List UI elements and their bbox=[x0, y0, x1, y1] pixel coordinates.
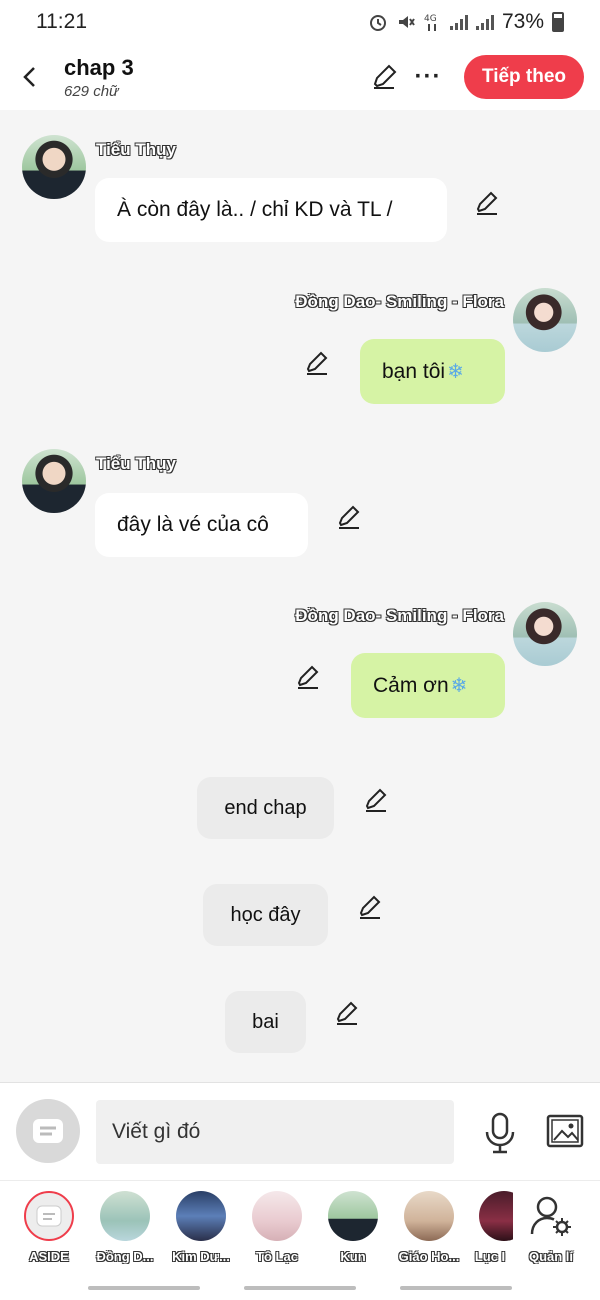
message-input[interactable] bbox=[96, 1100, 454, 1164]
character-item[interactable]: Giáo Ho... bbox=[391, 1191, 467, 1264]
word-count: 629 chữ bbox=[64, 82, 119, 100]
manage-characters-button[interactable]: Quản lí bbox=[513, 1191, 589, 1264]
aside-text: end chap bbox=[224, 796, 307, 819]
message-icon bbox=[36, 1205, 62, 1227]
system-nav-bar bbox=[0, 1276, 600, 1300]
pencil-icon[interactable] bbox=[336, 504, 362, 530]
aside-text: học đây bbox=[230, 903, 301, 926]
avatar bbox=[479, 1191, 513, 1241]
aside-bubble[interactable]: bai bbox=[225, 991, 306, 1053]
chapter-info: chap 3 629 chữ bbox=[60, 55, 362, 100]
message-icon bbox=[33, 1119, 63, 1143]
message-text: đây là vé của cô bbox=[117, 513, 269, 536]
message-bubble[interactable]: bạn tôi ❄ bbox=[360, 339, 505, 404]
status-bar: 11:21 4G 73% bbox=[0, 0, 600, 44]
edit-title-button[interactable] bbox=[362, 55, 406, 99]
svg-text:4G: 4G bbox=[424, 14, 437, 24]
pencil-icon bbox=[373, 64, 397, 89]
signal-icon bbox=[449, 14, 468, 30]
snowflake-icon: ❄ bbox=[447, 361, 464, 383]
back-button[interactable] bbox=[0, 44, 60, 110]
message-bubble[interactable]: Cảm ơn ❄ bbox=[351, 653, 505, 718]
pencil-icon[interactable] bbox=[304, 350, 330, 376]
character-label: Giáo Ho... bbox=[398, 1249, 460, 1264]
battery-icon bbox=[552, 12, 564, 32]
character-item[interactable]: Tô Lạc bbox=[239, 1191, 315, 1264]
message-text: bạn tôi bbox=[382, 359, 446, 383]
chevron-left-icon bbox=[23, 67, 35, 87]
character-item[interactable]: Đồng D... bbox=[87, 1191, 163, 1264]
aside-bubble[interactable]: end chap bbox=[197, 777, 334, 839]
character-bar: ASIDE Đồng D... Kim Dư... Tô Lạc Kun Giá… bbox=[0, 1180, 600, 1276]
sender-name: Tiểu Thụy bbox=[96, 454, 176, 473]
more-options-button[interactable]: ··· bbox=[406, 55, 450, 99]
4g-icon: 4G bbox=[424, 14, 437, 31]
sender-name: Đồng Dao- Smiling - Flora bbox=[295, 606, 504, 625]
battery-percent: 73% bbox=[501, 10, 544, 33]
nav-recent-handle[interactable] bbox=[88, 1286, 200, 1290]
character-item[interactable]: Kun bbox=[315, 1191, 391, 1264]
chapter-title: chap 3 bbox=[64, 54, 134, 80]
editor-header: chap 3 629 chữ ··· Tiếp theo bbox=[0, 44, 600, 110]
microphone-icon bbox=[485, 1112, 515, 1154]
aside-text: bai bbox=[252, 1010, 279, 1033]
image-button[interactable] bbox=[544, 1111, 586, 1151]
sender-name: Đồng Dao- Smiling - Flora bbox=[295, 292, 504, 311]
pencil-icon[interactable] bbox=[295, 664, 321, 690]
message-bubble[interactable]: À còn đây là.. / chỉ KD và TL / bbox=[95, 178, 447, 242]
image-icon bbox=[546, 1114, 584, 1148]
pencil-icon[interactable] bbox=[357, 894, 383, 920]
avatar bbox=[404, 1191, 454, 1241]
avatar[interactable] bbox=[513, 602, 577, 666]
chat-area[interactable]: Tiểu Thụy À còn đây là.. / chỉ KD và TL … bbox=[0, 110, 600, 1082]
avatar[interactable] bbox=[513, 288, 577, 352]
pencil-icon[interactable] bbox=[334, 1000, 360, 1026]
character-label: Tô Lạc bbox=[256, 1249, 298, 1264]
character-aside[interactable]: ASIDE bbox=[11, 1191, 87, 1264]
message-bubble[interactable]: đây là vé của cô bbox=[95, 493, 308, 557]
character-item[interactable]: Lục I bbox=[467, 1191, 513, 1264]
character-item[interactable]: Kim Dư... bbox=[163, 1191, 239, 1264]
more-dots-icon: ··· bbox=[414, 63, 442, 90]
next-button[interactable]: Tiếp theo bbox=[464, 55, 584, 99]
avatar bbox=[176, 1191, 226, 1241]
alarm-icon bbox=[369, 15, 386, 31]
message-text: Cảm ơn bbox=[373, 673, 449, 697]
avatar bbox=[252, 1191, 302, 1241]
signal-icon bbox=[475, 14, 494, 30]
character-label: Quản lí bbox=[528, 1249, 574, 1264]
character-label: Lục I bbox=[474, 1249, 506, 1264]
pencil-icon[interactable] bbox=[363, 787, 389, 813]
nav-back-handle[interactable] bbox=[400, 1286, 512, 1290]
avatar[interactable] bbox=[22, 135, 86, 199]
message-text: À còn đây là.. / chỉ KD và TL / bbox=[117, 198, 393, 221]
nav-home-handle[interactable] bbox=[244, 1286, 356, 1290]
pencil-icon[interactable] bbox=[474, 190, 500, 216]
mute-icon bbox=[398, 16, 415, 28]
character-label: Đồng D... bbox=[96, 1249, 154, 1264]
avatar[interactable] bbox=[22, 449, 86, 513]
aside-avatar bbox=[24, 1191, 74, 1241]
status-time: 11:21 bbox=[36, 10, 87, 33]
character-label: ASIDE bbox=[29, 1249, 69, 1264]
aside-bubble[interactable]: học đây bbox=[203, 884, 328, 946]
voice-button[interactable] bbox=[478, 1109, 522, 1157]
character-label: Kim Dư... bbox=[172, 1249, 230, 1264]
status-icons: 4G 73% bbox=[368, 10, 564, 34]
avatar bbox=[100, 1191, 150, 1241]
aside-toggle-button[interactable] bbox=[16, 1099, 80, 1163]
sender-name: Tiểu Thụy bbox=[96, 140, 176, 159]
snowflake-icon: ❄ bbox=[450, 675, 468, 697]
user-settings-icon bbox=[526, 1191, 576, 1241]
character-label: Kun bbox=[340, 1249, 366, 1264]
avatar bbox=[328, 1191, 378, 1241]
composer bbox=[0, 1082, 600, 1180]
